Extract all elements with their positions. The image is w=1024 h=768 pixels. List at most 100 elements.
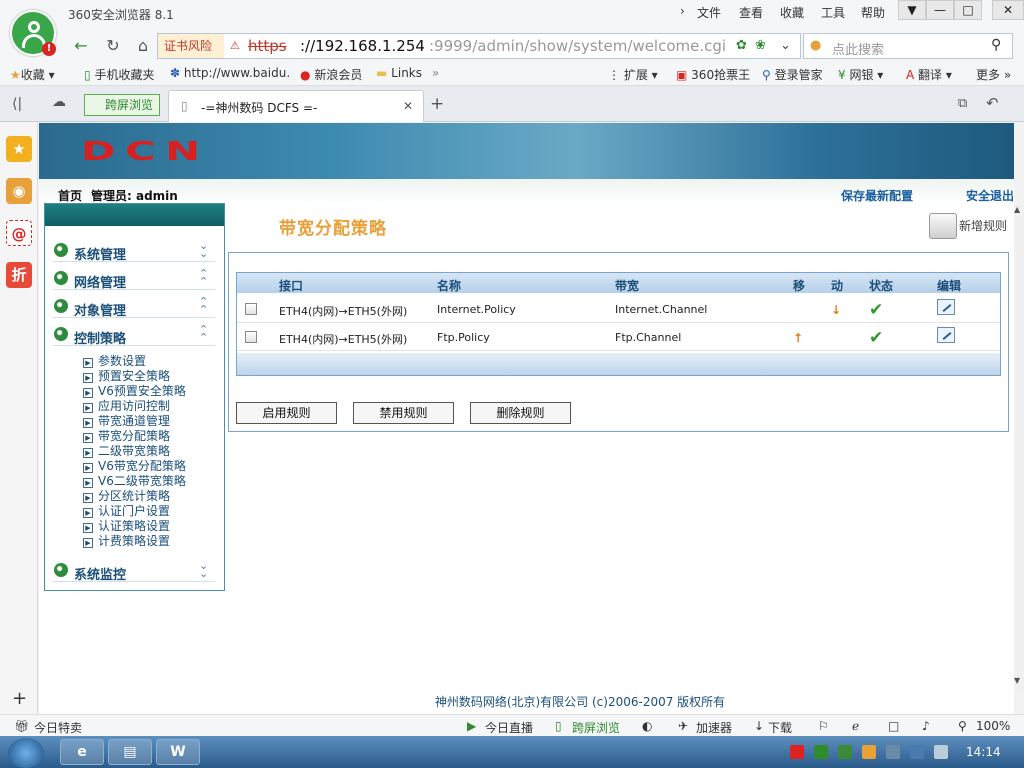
move-up-icon[interactable]: ↑ [793,331,803,345]
tray-volume-icon[interactable] [934,745,948,759]
tray-shield-icon[interactable] [838,745,852,759]
bookmark-mobile[interactable]: ▯ 手机收藏夹 [84,66,154,83]
user-avatar-icon[interactable]: ! [10,10,56,56]
menu-view[interactable]: 查看 [739,4,763,21]
delete-rule-button[interactable]: 删除规则 [470,402,571,424]
new-tab-icon[interactable]: + [430,94,444,114]
favorites-star-icon[interactable]: ★ [6,136,32,162]
ie-icon[interactable]: ℯ [852,719,859,733]
more-bookmarks-icon[interactable]: » [432,66,439,80]
refresh-icon[interactable]: ↻ [100,34,126,58]
menu-section-network[interactable]: 网络管理 ⌃ ⌃ [53,268,215,291]
toolbar-translate[interactable]: A 翻译 ▾ [906,66,952,83]
menu-section-monitoring[interactable]: 系统监控 ⌄ ⌄ [53,560,215,583]
toolbar-ticket[interactable]: ▣ 360抢票王 [676,66,750,83]
status-split-view[interactable]: 跨屏浏览 [572,719,620,736]
window-icon[interactable]: □ [888,719,899,733]
tray-display-icon[interactable] [886,745,900,759]
search-icon[interactable]: ⚲ [991,37,1001,53]
menu-favorites[interactable]: 收藏 [780,4,804,21]
row-checkbox[interactable] [245,303,257,315]
bullet-icon [54,271,68,285]
toolbar-extensions[interactable]: ⋮ 扩展 ▾ [608,66,658,83]
tray-connection-icon[interactable] [910,745,924,759]
chevron-up-icon[interactable]: ⌃ ⌃ [199,324,208,343]
undo-icon[interactable]: ↶ [986,94,999,112]
tab-dcfs[interactable]: ▯ -=神州数码 DCFS =- ✕ [168,90,424,122]
security-shield-icon[interactable]: ✿ [736,38,747,53]
menu-help[interactable]: 帮助 [861,4,885,21]
status-live[interactable]: 今日直播 [485,719,533,736]
toolbar-more[interactable]: 更多 » [976,66,1011,83]
bookmark-sina[interactable]: ● 新浪会员 [300,66,362,83]
menu-section-objects[interactable]: 对象管理 ⌃ ⌃ [53,296,215,319]
tray-network-icon[interactable] [814,745,828,759]
address-bar[interactable]: 证书风险 ⚠ https ://192.168.1.254 :9999/admi… [157,33,801,59]
status-zoom[interactable]: 100% [976,719,1010,733]
menu-section-control-policy[interactable]: 控制策略 ⌃ ⌃ [53,324,215,347]
speed-leaf-icon[interactable]: ❀ [755,38,766,53]
chevron-down-icon[interactable]: ⌄ [780,38,791,53]
sidebar-toggle-icon[interactable]: ⟨| [12,96,22,112]
bookmark-links[interactable]: ▬ Links [376,66,422,80]
home-link[interactable]: 首页 [58,187,82,204]
back-arrow-icon[interactable]: ← [68,34,94,58]
menu-section-system[interactable]: 系统管理 ⌄ ⌄ [53,240,215,263]
close-button[interactable]: ✕ [992,0,1024,20]
tray-app-icon[interactable] [790,745,804,759]
chevron-up-icon[interactable]: ⌃ ⌃ [199,296,208,315]
home-icon[interactable]: ⌂ [130,34,156,58]
shirt-icon[interactable]: ▼ [898,0,926,20]
chevron-right-icon[interactable]: › [680,4,685,18]
chevron-up-icon[interactable]: ⌃ ⌃ [199,268,208,287]
split-view-button[interactable]: 跨屏浏览 [84,94,160,116]
tray-360-icon[interactable] [862,745,876,759]
edit-icon[interactable] [937,299,955,315]
status-download[interactable]: 下载 [768,719,792,736]
menu-item-label: 二级带宽策略 [98,444,171,458]
flag-icon[interactable]: ⚐ [818,719,829,733]
menu-tools[interactable]: 工具 [821,4,845,21]
add-app-icon[interactable]: + [12,688,27,709]
toolbar-login[interactable]: ⚲ 登录管家 [762,66,823,83]
vertical-scrollbar[interactable] [1014,205,1024,692]
windows-start-icon[interactable] [8,738,44,768]
scroll-down-icon[interactable]: ▼ [1014,676,1024,686]
bookmark-favorites[interactable]: ★收藏 ▾ [10,66,55,83]
cert-warning-badge[interactable]: 证书风险 [158,34,224,58]
move-down-icon[interactable]: ↓ [831,303,841,317]
ie-taskbar-icon[interactable]: e [60,739,104,765]
discount-icon[interactable]: 折 [6,262,32,288]
status-daily-deals[interactable]: 今日特卖 [34,719,82,736]
logout-link[interactable]: 安全退出 [966,187,1014,204]
cloud-icon[interactable]: ☁ [52,94,66,110]
menu-file[interactable]: 文件 [697,4,721,21]
word-taskbar-icon[interactable]: W [156,739,200,765]
menu-item-billing-policy[interactable]: ▶ 计费策略设置 [83,532,170,549]
status-accelerator[interactable]: 加速器 [696,719,732,736]
weibo-icon[interactable]: ◉ [6,178,32,204]
close-tab-icon[interactable]: ✕ [403,99,413,113]
toolbar-label: 网银 [849,68,874,82]
toolbar-bank[interactable]: ¥ 网银 ▾ [838,66,883,83]
bookmark-baidu[interactable]: ✽ http://www.baidu. [170,66,290,80]
search-input[interactable]: ● 点此搜索 ⚲ [803,33,1013,59]
chevron-down-icon[interactable]: ⌄ ⌄ [199,240,208,259]
scroll-up-icon[interactable]: ▲ [1014,205,1024,215]
minimize-button[interactable]: — [926,0,954,20]
volume-icon[interactable]: ♪ [922,719,930,733]
chevron-down-icon[interactable]: ⌄ ⌄ [199,560,208,579]
add-rule-button[interactable]: 新增规则 [929,209,1009,245]
taskbar-clock[interactable]: 14:14 [966,745,1001,759]
edit-icon[interactable] [937,327,955,343]
restore-tab-icon[interactable]: ⧉ [958,96,967,111]
row-checkbox[interactable] [245,331,257,343]
save-config-link[interactable]: 保存最新配置 [841,187,913,204]
speed-icon[interactable]: ◐ [642,719,652,733]
disable-rule-button[interactable]: 禁用规则 [353,402,454,424]
explorer-taskbar-icon[interactable]: ▤ [108,739,152,765]
mail-icon[interactable]: @ [6,220,32,246]
search-engine-icon[interactable]: ● [810,38,821,53]
maximize-button[interactable]: □ [954,0,982,20]
enable-rule-button[interactable]: 启用规则 [236,402,337,424]
